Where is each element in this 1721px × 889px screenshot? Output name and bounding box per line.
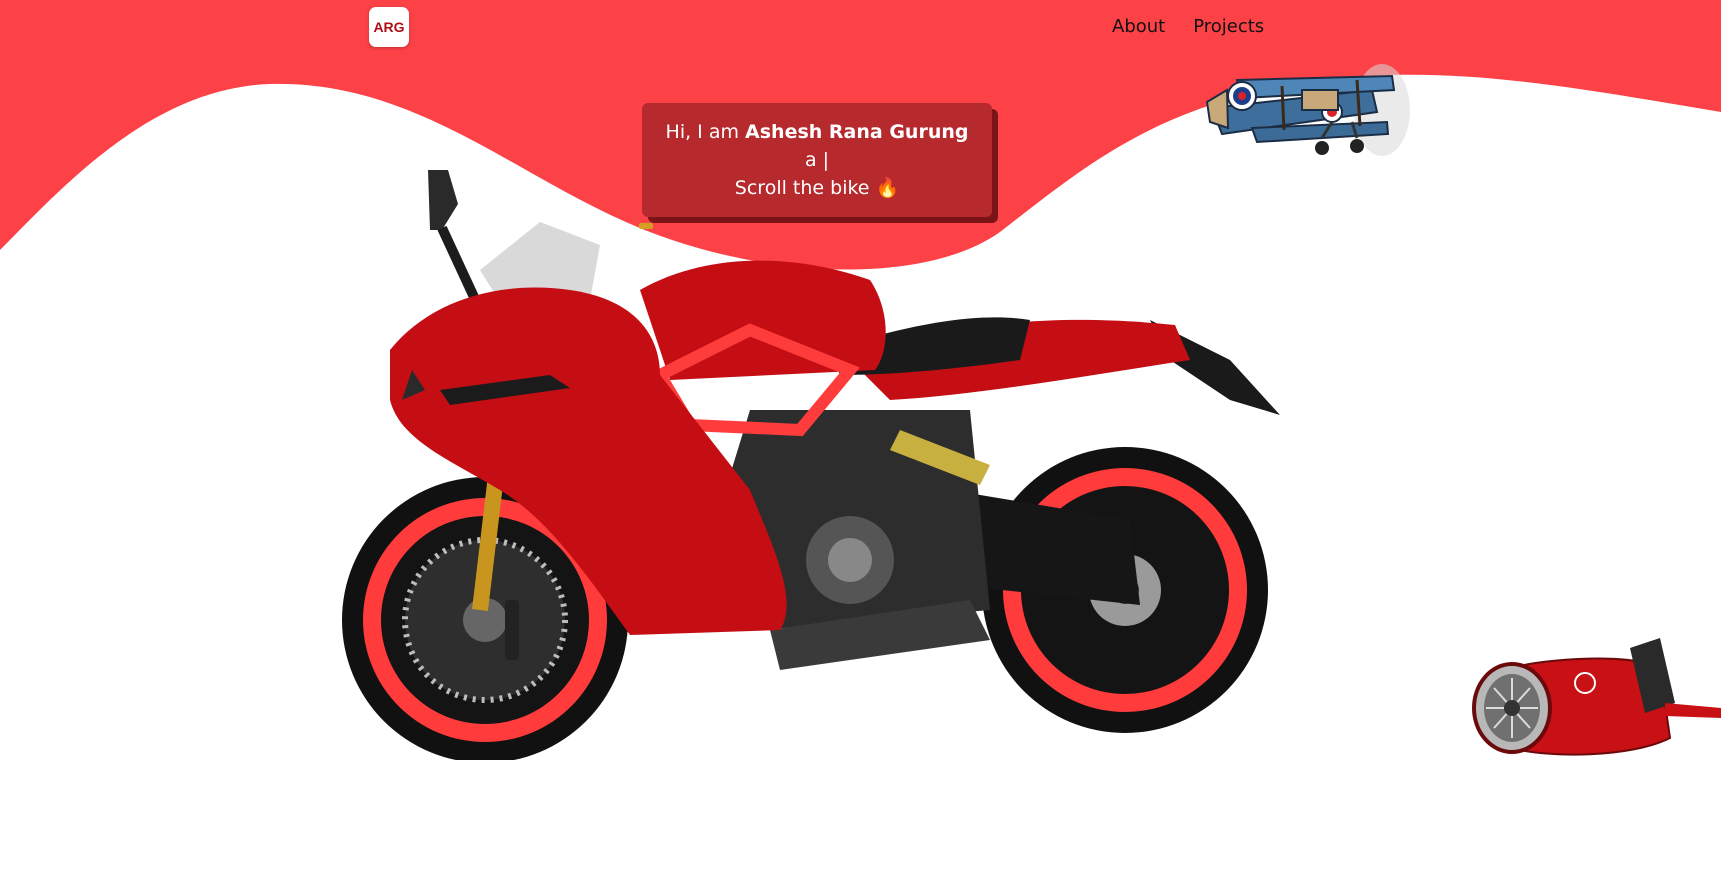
intro-greeting: Hi, I am <box>665 121 739 143</box>
biplane-illustration <box>1205 64 1410 156</box>
jet-engine-illustration <box>1472 638 1721 756</box>
intro-greeting-line: Hi, I am Ashesh Rana Gurung <box>642 118 992 146</box>
intro-name: Ashesh Rana Gurung <box>745 121 969 143</box>
nav-link-about[interactable]: About <box>1112 16 1165 37</box>
main-nav: About Projects <box>1112 16 1264 37</box>
logo-badge[interactable]: ARG <box>369 7 409 47</box>
motorcycle-illustration[interactable] <box>330 160 1310 760</box>
nav-link-projects[interactable]: Projects <box>1193 16 1264 37</box>
